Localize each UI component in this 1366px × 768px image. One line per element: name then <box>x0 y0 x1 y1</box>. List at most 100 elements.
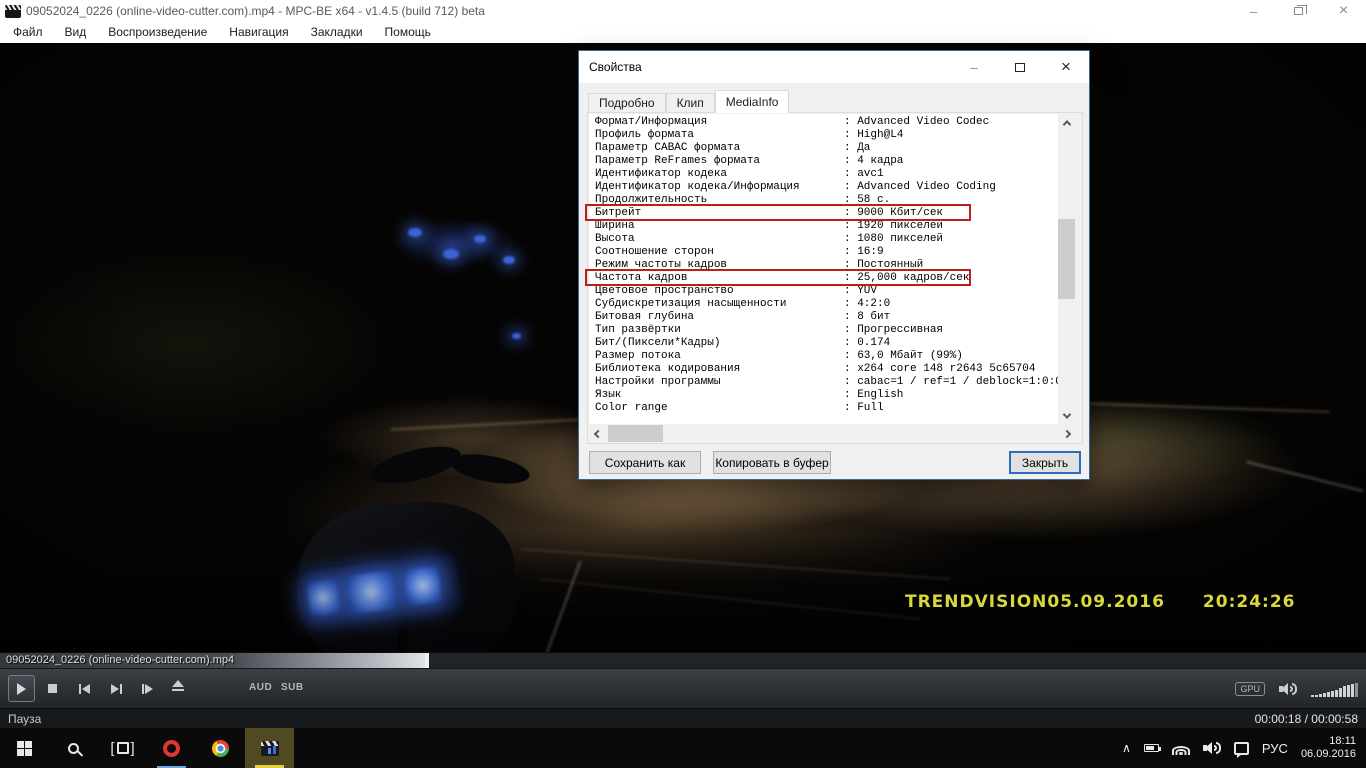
taskbar-search-button[interactable] <box>49 728 98 768</box>
menu-playback[interactable]: Воспроизведение <box>97 22 218 43</box>
taskbar-mpc-be[interactable] <box>245 728 294 768</box>
led-segment <box>306 579 340 616</box>
speaker-icon[interactable] <box>1203 741 1221 755</box>
opera-icon <box>163 740 180 757</box>
chevron-left-icon <box>593 429 601 437</box>
blue-light <box>474 235 486 243</box>
led-segment <box>346 571 396 614</box>
tab-details[interactable]: Подробно <box>588 93 666 113</box>
scroll-up-button[interactable] <box>1058 114 1075 131</box>
dialog-minimize-button[interactable]: – <box>951 51 997 83</box>
mediainfo-row: Соотношение сторон: 16:9 <box>595 246 1058 259</box>
clock-date: 06.09.2016 <box>1301 748 1356 761</box>
taskbar-clock[interactable]: 18:11 06.09.2016 <box>1301 735 1356 761</box>
scroll-left-button[interactable] <box>589 425 606 442</box>
restore-button[interactable] <box>1276 0 1321 22</box>
mediainfo-row: Профиль формата: High@L4 <box>595 129 1058 142</box>
windows-logo-icon <box>17 741 32 756</box>
mediainfo-row: Настройки программы: cabac=1 / ref=1 / d… <box>595 376 1058 389</box>
menu-navigation[interactable]: Навигация <box>218 22 299 43</box>
window-controls: – × <box>1231 0 1366 22</box>
mediainfo-rows: Формат/Информация: Advanced Video CodecП… <box>589 114 1058 424</box>
horizontal-scroll-thumb[interactable] <box>608 425 663 442</box>
task-view-icon: [] <box>110 741 134 756</box>
mediainfo-row: Размер потока: 63,0 Мбайт (99%) <box>595 350 1058 363</box>
eject-icon <box>172 680 184 687</box>
save-as-button[interactable]: Сохранить как <box>589 451 701 474</box>
mediainfo-row: Режим частоты кадров: Постоянный <box>595 259 1058 272</box>
stop-button[interactable] <box>48 681 57 696</box>
volume-slider[interactable] <box>1311 681 1358 697</box>
taskbar-chrome[interactable] <box>196 728 245 768</box>
task-view-button[interactable]: [] <box>98 728 147 768</box>
mediainfo-row: Тип развёртки: Прогрессивная <box>595 324 1058 337</box>
mediainfo-row: Битовая глубина: 8 бит <box>595 311 1058 324</box>
mediainfo-row: Формат/Информация: Advanced Video Codec <box>595 116 1058 129</box>
dashcam-brand-date: TRENDVISION05.09.2016 <box>905 592 1165 612</box>
seekbar-filename: 09052024_0226 (online-video-cutter.com).… <box>6 654 234 666</box>
vertical-scrollbar[interactable] <box>1058 114 1075 424</box>
restore-icon <box>1294 7 1303 15</box>
taskbar-opera[interactable] <box>147 728 196 768</box>
horizontal-scrollbar[interactable] <box>589 425 1075 442</box>
time-display: 00:00:18 / 00:00:58 <box>1255 712 1358 726</box>
dialog-tabs: Подробно Клип MediaInfo <box>588 90 789 113</box>
mediainfo-row: Параметр ReFrames формата: 4 кадра <box>595 155 1058 168</box>
mediainfo-list[interactable]: Формат/Информация: Advanced Video CodecП… <box>589 114 1075 424</box>
action-center-icon[interactable] <box>1234 742 1249 755</box>
scroll-right-button[interactable] <box>1058 425 1075 442</box>
subtitle-track-button[interactable]: SUB <box>281 682 304 693</box>
dialog-maximize-button[interactable] <box>997 51 1043 83</box>
taskbar: [] ∧ РУС 18:11 <box>0 728 1366 768</box>
volume-mute-button[interactable] <box>1279 682 1297 696</box>
mediainfo-row: Идентификатор кодека: avc1 <box>595 168 1058 181</box>
menu-bookmarks[interactable]: Закладки <box>300 22 374 43</box>
language-indicator[interactable]: РУС <box>1262 741 1288 756</box>
mediainfo-tab-page: Формат/Информация: Advanced Video CodecП… <box>587 112 1083 444</box>
menu-view[interactable]: Вид <box>54 22 98 43</box>
seekbar[interactable]: 09052024_0226 (online-video-cutter.com).… <box>0 652 1366 668</box>
previous-button[interactable] <box>79 681 90 696</box>
dashcam-time: 20:24:26 <box>1203 592 1296 612</box>
play-button[interactable] <box>8 675 35 702</box>
blue-light <box>408 228 422 237</box>
player-statusbar: Пауза 00:00:18 / 00:00:58 <box>0 708 1366 728</box>
frame-step-icon <box>142 684 144 694</box>
menu-help[interactable]: Помощь <box>374 22 442 43</box>
minimize-button[interactable]: – <box>1231 0 1276 22</box>
mediainfo-row: Color range: Full <box>595 402 1058 415</box>
scroll-down-button[interactable] <box>1058 407 1075 424</box>
close-dialog-button[interactable]: Закрыть <box>1009 451 1081 474</box>
mediainfo-row: Высота: 1080 пикселей <box>595 233 1058 246</box>
dialog-titlebar: Свойства – × <box>579 51 1089 83</box>
maximize-icon <box>1015 63 1025 72</box>
mediainfo-row: Язык: English <box>595 389 1058 402</box>
wifi-icon[interactable] <box>1172 742 1190 755</box>
battery-icon[interactable] <box>1144 744 1159 752</box>
tab-clip[interactable]: Клип <box>666 93 715 113</box>
clock-time: 18:11 <box>1301 735 1356 748</box>
menu-file[interactable]: Файл <box>2 22 54 43</box>
screen: 09052024_0226 (online-video-cutter.com).… <box>0 0 1366 768</box>
audio-track-button[interactable]: AUD <box>249 682 272 693</box>
dialog-close-button[interactable]: × <box>1043 51 1089 83</box>
seekbar-thumb[interactable] <box>425 653 429 669</box>
mediainfo-row: Цветовое пространство: YUV <box>595 285 1058 298</box>
close-button[interactable]: × <box>1321 0 1366 22</box>
vertical-scroll-thumb[interactable] <box>1058 219 1075 299</box>
tab-mediainfo[interactable]: MediaInfo <box>715 90 790 113</box>
skip-back-icon <box>79 684 81 694</box>
start-button[interactable] <box>0 728 49 768</box>
tray-chevron-icon[interactable]: ∧ <box>1122 741 1131 755</box>
eject-button[interactable] <box>172 680 184 695</box>
menubar: Файл Вид Воспроизведение Навигация Закла… <box>0 22 1366 43</box>
copy-to-clipboard-button[interactable]: Копировать в буфер <box>713 451 831 474</box>
mpc-be-icon <box>261 741 279 756</box>
frame-step-button[interactable] <box>142 681 153 696</box>
mediainfo-row: Ширина: 1920 пикселей <box>595 220 1058 233</box>
search-icon <box>68 743 79 754</box>
led-segment <box>404 566 442 606</box>
next-button[interactable] <box>111 681 122 696</box>
chrome-icon <box>212 740 229 757</box>
app-titlebar: 09052024_0226 (online-video-cutter.com).… <box>0 0 1366 22</box>
